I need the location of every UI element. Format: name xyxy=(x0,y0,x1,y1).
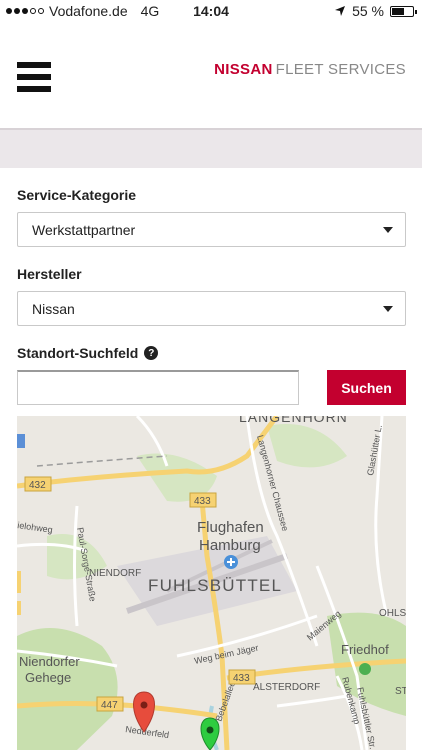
brand-secondary: FLEET SERVICES xyxy=(275,61,406,78)
map-label: Gehege xyxy=(25,670,71,685)
category-label: Service-Kategorie xyxy=(17,187,406,203)
location-label-text: Standort-Suchfeld xyxy=(17,345,139,361)
water-area xyxy=(17,434,25,448)
manufacturer-select[interactable]: Nissan xyxy=(17,291,406,326)
search-form: Service-Kategorie Werkstattpartner Herst… xyxy=(17,168,406,405)
cemetery-icon xyxy=(359,663,371,675)
manufacturer-label-text: Hersteller xyxy=(17,266,82,282)
chevron-down-icon xyxy=(383,226,393,233)
map-label: ST xyxy=(395,686,406,697)
location-label: Standort-Suchfeld ? xyxy=(17,345,406,361)
map-label: Hamburg xyxy=(199,537,261,554)
road xyxy=(17,601,21,615)
category-value: Werkstattpartner xyxy=(32,221,136,238)
road-number-badge: 432 xyxy=(24,476,52,492)
category-select[interactable]: Werkstattpartner xyxy=(17,212,406,247)
divider-band xyxy=(0,130,422,168)
map-label: Flughafen xyxy=(197,519,264,536)
battery-percentage: 55 % xyxy=(352,3,384,19)
map-label: FUHLSBÜTTEL xyxy=(148,576,282,595)
location-arrow-icon xyxy=(335,6,346,16)
brand-primary: NISSAN xyxy=(214,61,273,78)
svg-text:447: 447 xyxy=(101,700,118,711)
brand-logo: NISSAN FLEET SERVICES xyxy=(214,61,406,78)
svg-text:433: 433 xyxy=(233,673,250,684)
road-number-badge: 447 xyxy=(96,696,124,712)
map-label: Friedhof xyxy=(341,642,389,657)
road-number-badge: 433 xyxy=(228,669,256,685)
category-label-text: Service-Kategorie xyxy=(17,187,137,203)
map-label: NIENDORF xyxy=(89,568,141,579)
help-icon[interactable]: ? xyxy=(144,346,159,360)
map-label: Niendorfer xyxy=(19,654,80,669)
chevron-down-icon xyxy=(383,305,393,312)
map-label: ALSTERDORF xyxy=(253,682,320,693)
svg-text:433: 433 xyxy=(194,496,211,507)
map-label: OHLS xyxy=(379,608,406,619)
battery-icon xyxy=(390,5,417,17)
map-view[interactable]: LANGENHORN Flughafen Hamburg FUHLSBÜTTEL… xyxy=(17,416,406,750)
svg-text:432: 432 xyxy=(29,480,46,491)
app-header: NISSAN FLEET SERVICES xyxy=(0,24,422,130)
manufacturer-label: Hersteller xyxy=(17,266,406,282)
manufacturer-value: Nissan xyxy=(32,300,75,317)
search-button[interactable]: Suchen xyxy=(327,370,406,405)
road-number-badge: 433 xyxy=(189,492,217,508)
location-search-input[interactable] xyxy=(17,370,299,405)
status-bar: Vodafone.de 4G 14:04 55 % xyxy=(0,0,422,24)
road xyxy=(17,571,21,593)
menu-icon[interactable] xyxy=(17,62,51,98)
map-label: LANGENHORN xyxy=(239,416,348,425)
